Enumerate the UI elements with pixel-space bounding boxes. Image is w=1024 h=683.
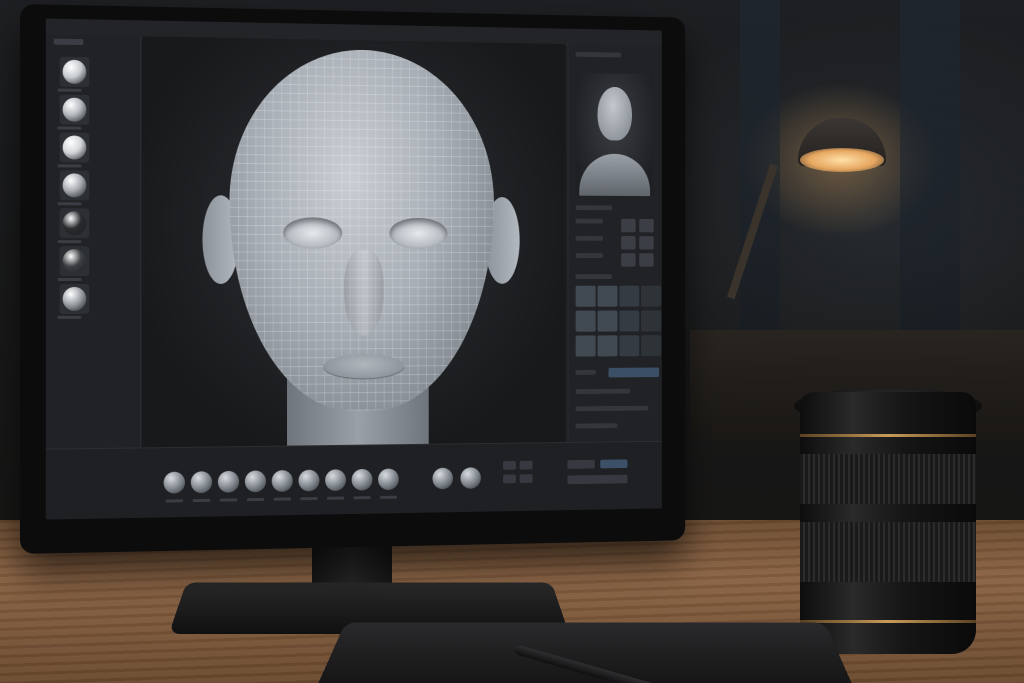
brush-sphere[interactable] [378,468,399,490]
brush-sphere[interactable] [460,467,480,489]
inspector-row [576,236,603,241]
inspector-field[interactable] [621,219,635,232]
material-label [58,126,82,129]
head-model[interactable] [229,48,493,412]
camera-lens [800,392,976,654]
material-sphere-icon [63,135,87,159]
shelf-button[interactable] [520,474,533,483]
shelf-button[interactable] [567,475,627,485]
texture-tile[interactable] [598,335,618,356]
brush-sphere[interactable] [352,469,373,491]
material-sphere-icon [63,287,87,311]
brush-sphere[interactable] [272,470,293,492]
brush-sphere[interactable] [325,469,346,491]
material-swatch[interactable] [60,284,90,314]
lens-gold-ring [800,434,976,437]
inspector-row [576,370,596,375]
inspector-field[interactable] [639,236,653,249]
3d-viewport[interactable] [142,36,565,447]
texture-tile[interactable] [641,335,661,356]
head-model-nose [344,250,384,336]
brush-sphere[interactable] [164,472,185,494]
brush-label [300,497,317,500]
material-label [58,202,82,205]
material-label [58,240,82,243]
shelf-button[interactable] [520,461,533,470]
material-swatch[interactable] [60,57,90,87]
texture-tile[interactable] [641,286,661,307]
material-swatch[interactable] [60,208,90,238]
brush-label [220,498,237,501]
brush-label [327,497,344,500]
material-sphere-icon [63,211,87,235]
texture-tile[interactable] [619,286,639,307]
inspector-field[interactable] [621,253,635,266]
texture-tile[interactable] [576,286,596,307]
brush-sphere[interactable] [432,468,453,490]
material-sphere-icon [63,60,87,84]
texture-tile[interactable] [576,311,596,332]
monitor-screen [46,19,662,520]
brush-shelf [46,441,662,520]
texture-tile[interactable] [619,335,639,356]
brush-label [247,498,264,501]
lens-zoom-ring [800,522,976,582]
brush-sphere[interactable] [191,471,212,493]
shelf-button[interactable] [600,459,627,468]
inspector-field[interactable] [639,219,653,232]
texture-tile[interactable] [598,311,618,332]
shelf-button[interactable] [503,474,516,483]
brush-sphere[interactable] [298,470,319,492]
brush-label [380,496,397,499]
desk-lamp-light [800,148,884,172]
material-swatch[interactable] [60,95,90,125]
texture-tile[interactable] [619,310,639,331]
inspector-row [576,219,603,224]
texture-tile[interactable] [598,286,618,307]
reference-shoulders [579,154,650,197]
inspector-row [576,205,612,210]
inspector-field[interactable] [621,236,635,249]
reference-thumbnail[interactable] [576,73,654,196]
lens-focus-ring [800,454,976,504]
material-swatch[interactable] [60,246,90,276]
reference-head [598,87,632,141]
material-label [58,278,82,281]
lens-gold-ring [800,620,976,623]
shelf-button[interactable] [567,460,594,469]
inspector-row [576,389,631,394]
brush-sphere[interactable] [245,470,266,492]
texture-tile[interactable] [576,335,596,356]
inspector-row [576,406,649,412]
material-sphere-icon [63,98,87,122]
inspector-panel [567,44,661,442]
head-model-eye-left [283,217,342,249]
material-label [58,164,82,167]
inspector-field[interactable] [639,253,653,266]
material-swatch[interactable] [60,170,90,200]
material-sphere-icon [63,173,87,197]
brush-label [354,496,371,499]
material-panel-header [54,39,84,46]
brush-label [193,499,210,502]
brush-sphere[interactable] [218,471,239,493]
inspector-row [576,274,612,279]
shelf-button[interactable] [503,461,516,470]
head-model-eye-right [389,218,447,249]
monitor [20,4,685,554]
inspector-row [576,253,603,258]
brush-label [274,497,291,500]
material-label [58,89,82,92]
photo-scene [0,0,1024,683]
inspector-header [576,52,622,58]
texture-tile[interactable] [641,310,661,331]
material-swatch[interactable] [60,132,90,162]
material-panel [46,34,141,448]
material-label [58,316,82,319]
inspector-slider[interactable] [608,368,659,378]
window-column [900,0,960,330]
brush-label [166,499,183,502]
material-sphere-icon [63,249,87,273]
inspector-row [576,423,618,428]
